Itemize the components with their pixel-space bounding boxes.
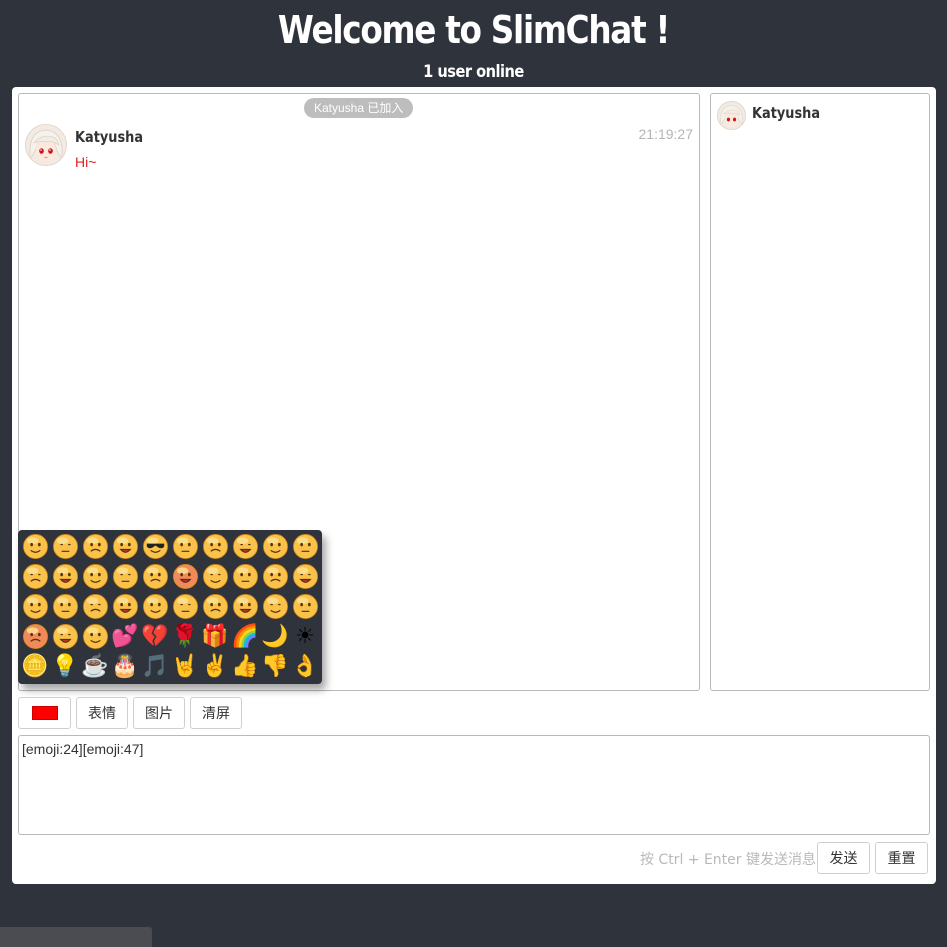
emoji-button[interactable]: 表情 [76, 697, 128, 729]
message-time: 21:19:27 [638, 126, 694, 142]
reset-button[interactable]: 重置 [875, 842, 928, 874]
user-list: Katyusha [710, 93, 930, 691]
lightbulb-icon[interactable]: 💡 [50, 651, 80, 681]
scream-icon[interactable] [290, 591, 320, 621]
hearts-glyph: 💕 [111, 623, 139, 648]
message-sender: Katyusha [75, 128, 144, 146]
cry-icon[interactable] [20, 621, 50, 651]
moon-icon[interactable]: 🌙 [260, 621, 290, 651]
lightbulb-glyph: 💡 [51, 653, 79, 678]
ok-hand-icon[interactable]: 👌 [290, 651, 320, 681]
coffee-glyph: ☕ [81, 653, 109, 678]
rock-hand-glyph: 🤘 [171, 653, 199, 678]
moon-glyph: 🌙 [261, 623, 289, 648]
sick-icon[interactable] [200, 561, 230, 591]
avatar [25, 124, 67, 166]
emoji-picker: 💕 💔 🌹 🎁 🌈 🌙 ☀ 🪙 💡 ☕ 🎂 🎵 🤘 ✌ 👍 👎 👌 [18, 530, 322, 684]
hearts-icon[interactable]: 💕 [110, 621, 140, 651]
heart-eyes-icon[interactable] [290, 561, 320, 591]
online-count: 1 user online [423, 62, 524, 82]
avatar [717, 101, 746, 130]
shy-cover-icon[interactable] [20, 561, 50, 591]
thumbs-down-glyph: 👎 [261, 653, 289, 678]
laugh-icon[interactable] [170, 591, 200, 621]
thumbs-down-icon[interactable]: 👎 [260, 651, 290, 681]
angry-icon[interactable] [170, 561, 200, 591]
text-color-button[interactable] [18, 697, 71, 729]
chat-panel: Katyusha 已加入 Katyusha 21:19:27 Hi~ Katyu… [12, 87, 936, 884]
grin-tongue-icon[interactable] [50, 531, 80, 561]
puppy-icon[interactable] [230, 591, 260, 621]
cake-icon[interactable]: 🎂 [110, 651, 140, 681]
gift-icon[interactable]: 🎁 [200, 621, 230, 651]
rose-icon[interactable]: 🌹 [170, 621, 200, 651]
color-swatch [31, 706, 58, 720]
blank-icon[interactable] [20, 591, 50, 621]
image-button[interactable]: 图片 [133, 697, 185, 729]
thumbs-up-glyph: 👍 [231, 653, 259, 678]
send-hint: 按 Ctrl + Enter 键发送消息 [639, 852, 816, 868]
page-title: Welcome to SlimChat ! [277, 8, 671, 52]
user-list-item-name: Katyusha [752, 104, 821, 122]
send-button[interactable]: 发送 [817, 842, 870, 874]
rainbow-glyph: 🌈 [231, 623, 259, 648]
rainbow-icon[interactable]: 🌈 [230, 621, 260, 651]
giggle-icon[interactable] [110, 591, 140, 621]
happy-icon[interactable] [290, 531, 320, 561]
sunglasses-icon[interactable] [140, 531, 170, 561]
smirk-icon[interactable] [200, 531, 230, 561]
ok-hand-glyph: 👌 [291, 653, 319, 678]
music-glyph: 🎵 [141, 653, 169, 678]
smile-icon[interactable] [20, 531, 50, 561]
music-icon[interactable]: 🎵 [140, 651, 170, 681]
broken-heart-glyph: 💔 [141, 623, 169, 648]
gift-glyph: 🎁 [201, 623, 229, 648]
message-input[interactable]: [emoji:24][emoji:47] [18, 735, 930, 835]
taskbar-tab[interactable] [0, 927, 152, 947]
shocked-icon[interactable] [50, 621, 80, 651]
kiss-icon[interactable] [140, 561, 170, 591]
join-notice: Katyusha 已加入 [304, 98, 414, 118]
coffee-icon[interactable]: ☕ [80, 651, 110, 681]
dizzy-icon[interactable] [260, 561, 290, 591]
bored-icon[interactable] [230, 561, 260, 591]
message-text: Hi~ [75, 154, 97, 170]
content-icon[interactable] [140, 591, 170, 621]
money-icon[interactable] [110, 561, 140, 591]
broken-heart-icon[interactable]: 💔 [140, 621, 170, 651]
sleepy-icon[interactable] [260, 591, 290, 621]
sun-glyph: ☀ [295, 623, 315, 648]
coins-icon[interactable]: 🪙 [20, 651, 50, 681]
tongue-wink-icon[interactable] [80, 531, 110, 561]
thumbs-up-icon[interactable]: 👍 [230, 651, 260, 681]
blow-kiss-icon[interactable] [80, 621, 110, 651]
yell-icon[interactable] [200, 591, 230, 621]
sweat-icon[interactable] [230, 531, 260, 561]
cake-glyph: 🎂 [111, 653, 139, 678]
rose-glyph: 🌹 [171, 623, 199, 648]
frown-icon[interactable] [50, 561, 80, 591]
annoyed-icon[interactable] [80, 561, 110, 591]
sun-icon[interactable]: ☀ [290, 621, 320, 651]
wince-icon[interactable] [50, 591, 80, 621]
victory-icon[interactable]: ✌ [200, 651, 230, 681]
rock-hand-icon[interactable]: 🤘 [170, 651, 200, 681]
squint-icon[interactable] [80, 591, 110, 621]
coins-glyph: 🪙 [21, 653, 49, 678]
victory-glyph: ✌ [201, 653, 229, 678]
clear-screen-button[interactable]: 清屏 [190, 697, 242, 729]
grimace-icon[interactable] [110, 531, 140, 561]
cry-laugh-icon[interactable] [260, 531, 290, 561]
angry-teeth-icon[interactable] [170, 531, 200, 561]
chat-toolbar: 表情 图片 清屏 [18, 697, 242, 731]
